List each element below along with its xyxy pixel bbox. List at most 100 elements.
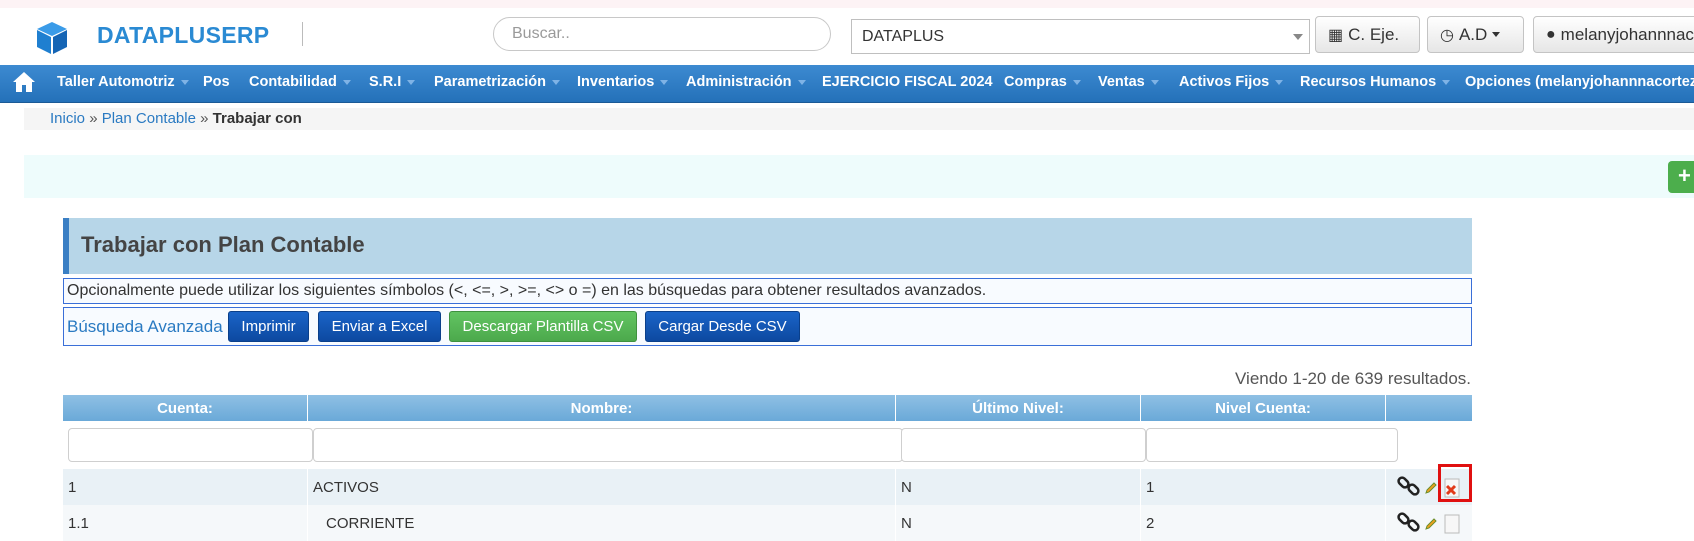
nav-item-label: Compras [1004,74,1067,90]
nav-item-label: Contabilidad [249,74,337,90]
filter-row [63,421,1472,469]
chevron-down-icon [552,79,561,85]
search-hint: Opcionalmente puede utilizar los siguien… [63,278,1472,304]
filter-nivel-cuenta-input[interactable] [1146,428,1398,462]
cell-ultimo-nivel: N [896,469,1141,505]
filter-ultimo-nivel-input[interactable] [901,428,1146,462]
home-icon[interactable] [12,70,36,94]
nav-item-label: EJERCICIO FISCAL 2024 [822,74,993,90]
nav-item-label: Taller Automotriz [57,74,175,90]
cell-cuenta: 1 [63,469,308,505]
export-excel-button[interactable]: Enviar a Excel [318,311,441,342]
cell-nivel-cuenta: 1 [1141,469,1386,505]
nav-item-label: Recursos Humanos [1300,74,1437,90]
column-header-actions [1386,395,1472,421]
nav-item-label: Inventarios [577,74,655,90]
cell-nombre: ACTIVOS [308,469,896,505]
nav-item-recursos-humanos[interactable]: Recursos Humanos [1300,74,1451,90]
grid-header: Cuenta: Nombre: Último Nivel: Nivel Cuen… [63,395,1472,421]
brand-name[interactable]: DATAPLUSERP [97,22,269,49]
results-summary: Viendo 1-20 de 639 resultados. [1235,369,1471,388]
info-band [24,155,1694,198]
column-header-nombre[interactable]: Nombre: [308,395,896,421]
chevron-down-icon [797,79,806,85]
nav-item-label: Activos Fijos [1179,74,1270,90]
clock-icon: ◷ [1440,26,1454,44]
nav-item-pos[interactable]: Pos [203,74,230,90]
table-row: 1 ACTIVOS N 1 [63,469,1472,505]
user-menu-button[interactable]: ● melanyjohannnacortez [1533,16,1694,53]
download-csv-template-button[interactable]: Descargar Plantilla CSV [449,311,637,342]
print-button[interactable]: Imprimir [228,311,309,342]
breadcrumb: Inicio » Plan Contable » Trabajar con [50,110,302,127]
chevron-down-icon [1442,79,1451,85]
breadcrumb-home-link[interactable]: Inicio [50,110,85,127]
column-header-nivel-cuenta[interactable]: Nivel Cuenta: [1141,395,1386,421]
filter-cuenta-input[interactable] [68,428,313,462]
load-csv-button[interactable]: Cargar Desde CSV [645,311,800,342]
nav-item-contabilidad[interactable]: Contabilidad [249,74,351,90]
nav-item-administracion[interactable]: Administración [686,74,806,90]
chevron-down-icon [1072,79,1081,85]
nav-item-activos-fijos[interactable]: Activos Fijos [1179,74,1284,90]
cell-nivel-cuenta: 2 [1141,505,1386,541]
nav-item-label: Administración [686,74,792,90]
breadcrumb-separator: » [200,110,209,127]
nav-item-sri[interactable]: S.R.I [369,74,416,90]
nav-item-label: Pos [203,74,230,90]
brand-divider [302,22,303,46]
breadcrumb-current: Trabajar con [212,110,302,127]
chevron-down-icon [660,79,669,85]
fiscal-period-button[interactable]: ▦ C. Eje. [1315,16,1420,53]
search-hint-text: Opcionalmente puede utilizar los siguien… [67,282,987,299]
chevron-down-icon [1275,79,1284,85]
calendar-icon: ▦ [1328,26,1344,44]
delete-highlight-box [1438,464,1472,502]
nav-item-compras[interactable]: Compras [1004,74,1081,90]
page-title: Trabajar con Plan Contable [81,232,365,257]
nav-item-label: Ventas [1098,74,1145,90]
pencil-icon[interactable] [1424,517,1438,531]
breadcrumb-separator: » [89,110,98,127]
chevron-down-icon [180,79,189,85]
fiscal-period-label: C. Eje. [1348,24,1400,44]
top-strip [0,0,1694,8]
role-button[interactable]: ◷ A.D [1427,16,1524,53]
company-select-value: DATAPLUS [862,28,945,45]
search-input[interactable] [493,17,831,51]
link-icon[interactable] [1396,509,1422,535]
column-header-cuenta[interactable]: Cuenta: [63,395,308,421]
table-row: 1.1 CORRIENTE N 2 [63,505,1472,541]
chevron-down-icon [342,79,351,85]
add-button[interactable]: + [1668,161,1694,193]
nav-item-inventarios[interactable]: Inventarios [577,74,669,90]
nav-item-parametrizacion[interactable]: Parametrización [434,74,561,90]
main-navbar: Taller Automotriz Pos Contabilidad S.R.I… [0,65,1694,103]
company-select[interactable]: DATAPLUS [851,19,1310,54]
advanced-search-link[interactable]: Búsqueda Avanzada [67,317,223,337]
panel-title: Trabajar con Plan Contable [63,218,1472,274]
user-name-label: melanyjohannnacortez [1560,24,1694,44]
link-icon[interactable] [1396,473,1422,499]
column-header-ultimo-nivel[interactable]: Último Nivel: [896,395,1141,421]
breadcrumb-section-link[interactable]: Plan Contable [102,110,196,127]
nav-item-ejercicio-fiscal[interactable]: EJERCICIO FISCAL 2024 [822,74,993,90]
nav-item-ventas[interactable]: Ventas [1098,74,1159,90]
pencil-icon[interactable] [1424,481,1438,495]
nav-item-label: Parametrización [434,74,547,90]
nav-item-label: Opciones (melanyjohannnacortez) [1465,74,1694,90]
chevron-down-icon [1492,32,1501,37]
cube-logo-icon [37,22,67,54]
user-icon: ● [1546,25,1556,43]
chevron-down-icon [407,79,416,85]
filter-nombre-input[interactable] [313,428,903,462]
cell-nombre: CORRIENTE [308,505,896,541]
nav-item-opciones[interactable]: Opciones (melanyjohannnacortez) [1465,74,1694,90]
cell-cuenta: 1.1 [63,505,308,541]
role-label: A.D [1458,24,1488,44]
nav-item-taller-automotriz[interactable]: Taller Automotriz [57,74,189,90]
delete-icon[interactable] [1442,513,1462,535]
chevron-down-icon [1150,79,1159,85]
cell-ultimo-nivel: N [896,505,1141,541]
nav-item-label: S.R.I [369,74,402,90]
